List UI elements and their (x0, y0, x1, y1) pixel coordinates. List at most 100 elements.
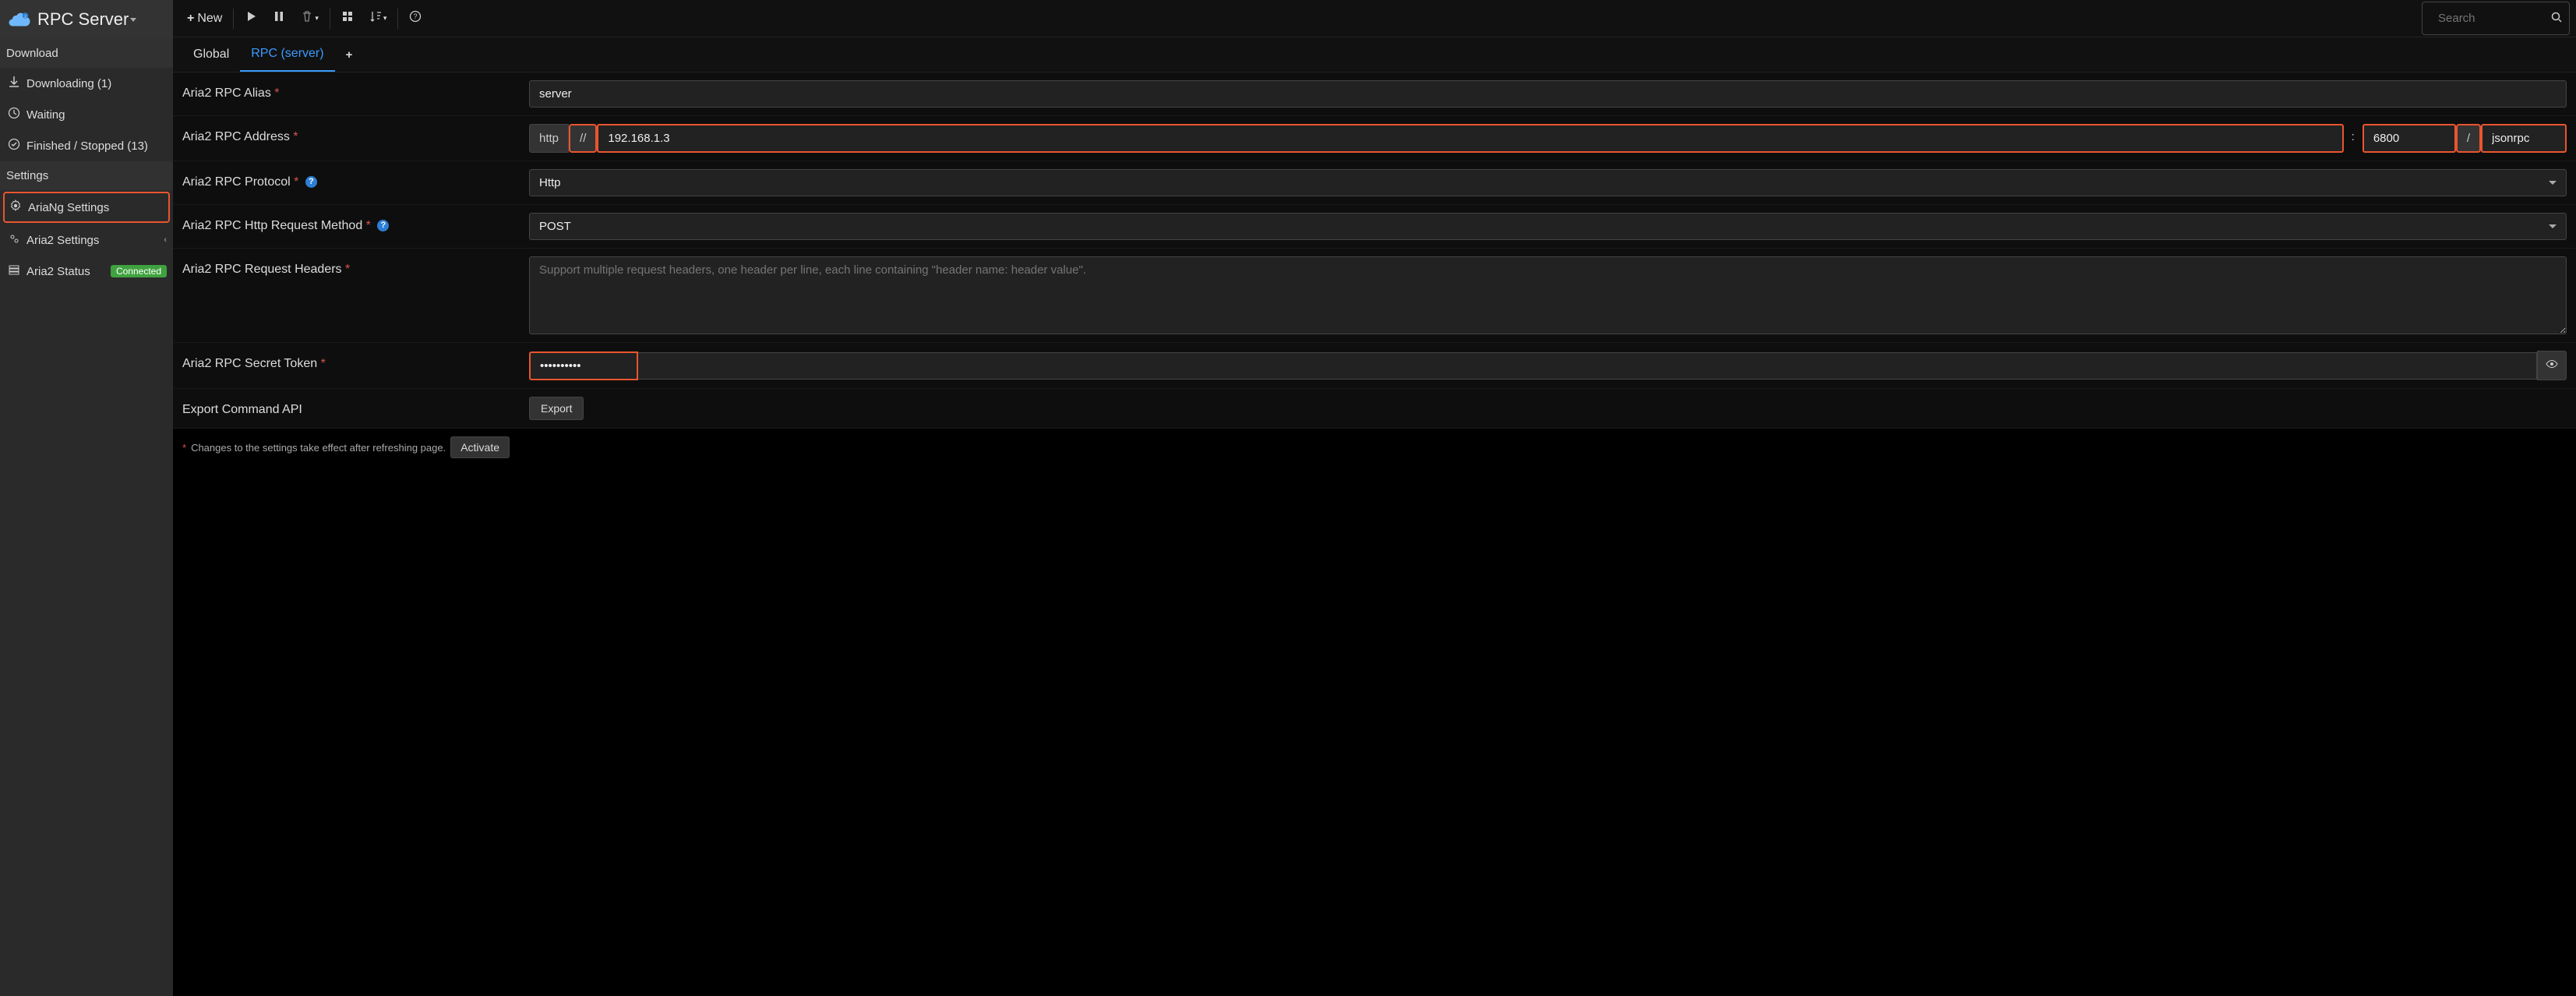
dropdown-caret-icon: ▾ (315, 14, 319, 23)
select-value: Http (539, 176, 561, 189)
sort-button[interactable]: ▾ (362, 5, 395, 31)
main-content: + New ▾ (173, 0, 2576, 996)
sort-icon (369, 10, 382, 26)
slash-addon: / (2456, 124, 2481, 153)
row-rpc-protocol: Aria2 RPC Protocol * ? Http (173, 161, 2576, 205)
eye-icon (2546, 360, 2558, 373)
sidebar-item-label: Aria2 Settings (26, 234, 99, 247)
sidebar-item-downloading[interactable]: Downloading (1) (0, 68, 173, 99)
sidebar-item-label: Finished / Stopped (13) (26, 140, 148, 153)
tab-add-button[interactable]: + (335, 39, 364, 71)
sidebar: 2 RPC Server Download Downloading (1) Wa… (0, 0, 173, 996)
label-rpc-secret: Aria2 RPC Secret Token * (182, 351, 529, 371)
input-rpc-path[interactable] (2481, 124, 2567, 153)
input-rpc-secret-tail[interactable] (638, 352, 2537, 380)
select-value: POST (539, 220, 571, 233)
row-rpc-http-method: Aria2 RPC Http Request Method * ? POST (173, 205, 2576, 249)
title-dropdown-caret-icon (130, 18, 136, 22)
sidebar-item-label: AriaNg Settings (28, 201, 109, 214)
input-rpc-alias[interactable] (529, 80, 2567, 108)
required-star: * (294, 175, 298, 189)
start-button[interactable] (237, 5, 265, 31)
chevron-down-icon (2549, 224, 2557, 228)
required-star: * (321, 357, 326, 370)
plus-icon: + (346, 48, 353, 62)
footer-note-text: Changes to the settings take effect afte… (191, 442, 446, 454)
input-rpc-host[interactable] (597, 124, 2343, 153)
clock-icon (6, 107, 22, 122)
trash-icon (301, 10, 313, 26)
scheme-addon: http (529, 124, 569, 153)
sidebar-item-waiting[interactable]: Waiting (0, 99, 173, 130)
app-title: RPC Server (37, 9, 129, 30)
footer-note: * Changes to the settings take effect af… (173, 429, 2576, 466)
textarea-rpc-headers[interactable] (529, 256, 2567, 334)
settings-tabs: Global RPC (server) + (173, 37, 2576, 72)
sidebar-item-label: Aria2 Status (26, 265, 90, 278)
svg-text:?: ? (414, 12, 418, 20)
toolbar-separator (233, 9, 234, 29)
download-arrow-icon (6, 76, 22, 91)
sidebar-item-ariang-settings[interactable]: AriaNg Settings (3, 192, 170, 223)
row-export-api: Export Command API Export (173, 389, 2576, 429)
help-icon[interactable]: ? (305, 176, 317, 188)
required-star: * (366, 219, 371, 232)
server-icon (6, 263, 22, 279)
select-rpc-http-method[interactable]: POST (529, 213, 2567, 240)
rpc-settings-form: Aria2 RPC Alias * Aria2 RPC Address * ht… (173, 72, 2576, 466)
label-export-api: Export Command API (182, 397, 529, 417)
row-rpc-secret: Aria2 RPC Secret Token * (173, 343, 2576, 389)
topbar: + New ▾ (173, 0, 2576, 37)
nav-section-settings: Settings (0, 161, 173, 190)
label-text: Aria2 RPC Request Headers (182, 263, 342, 276)
toggle-password-visibility[interactable] (2537, 351, 2567, 380)
tab-global[interactable]: Global (182, 38, 240, 71)
row-rpc-headers: Aria2 RPC Request Headers * (173, 249, 2576, 343)
dropdown-caret-icon: ▾ (383, 14, 387, 23)
sidebar-item-aria2-status[interactable]: Aria2 Status Connected (0, 256, 173, 287)
select-rpc-protocol[interactable]: Http (529, 169, 2567, 196)
search-icon (2550, 11, 2563, 26)
export-button[interactable]: Export (529, 397, 584, 420)
help-circle-icon: ? (409, 10, 422, 26)
required-star: * (293, 130, 298, 143)
label-rpc-address: Aria2 RPC Address * (182, 124, 529, 144)
play-icon (245, 10, 257, 26)
row-rpc-alias: Aria2 RPC Alias * (173, 72, 2576, 116)
search-box[interactable] (2422, 2, 2570, 35)
activate-button[interactable]: Activate (450, 436, 510, 458)
label-rpc-protocol: Aria2 RPC Protocol * ? (182, 169, 529, 189)
label-text: Aria2 RPC Alias (182, 87, 271, 100)
input-rpc-secret[interactable] (529, 351, 638, 380)
label-rpc-http-method: Aria2 RPC Http Request Method * ? (182, 213, 529, 233)
chevron-down-icon (2549, 181, 2557, 185)
grid-icon (341, 10, 354, 26)
delete-button[interactable]: ▾ (293, 5, 326, 31)
sidebar-item-aria2-settings[interactable]: Aria2 Settings ‹ (0, 224, 173, 256)
pause-button[interactable] (265, 5, 293, 31)
required-star: * (274, 87, 279, 100)
app-logo-icon: 2 (8, 11, 31, 28)
nav-section-download: Download (0, 39, 173, 68)
row-rpc-address: Aria2 RPC Address * http // : / (173, 116, 2576, 161)
label-rpc-headers: Aria2 RPC Request Headers * (182, 256, 529, 277)
sidebar-header[interactable]: 2 RPC Server (0, 0, 173, 39)
plus-icon: + (187, 12, 194, 26)
input-rpc-port[interactable] (2363, 124, 2456, 153)
tab-rpc-server[interactable]: RPC (server) (240, 37, 334, 72)
new-button[interactable]: + New (179, 7, 230, 30)
label-rpc-alias: Aria2 RPC Alias * (182, 80, 529, 101)
new-button-label: New (197, 12, 222, 26)
gears-icon (6, 232, 22, 248)
check-circle-icon (6, 138, 22, 154)
required-star: * (345, 263, 350, 276)
view-grid-button[interactable] (333, 5, 362, 31)
search-input[interactable] (2429, 5, 2550, 31)
help-button[interactable]: ? (401, 5, 429, 31)
sidebar-item-finished[interactable]: Finished / Stopped (13) (0, 130, 173, 161)
sidebar-item-label: Waiting (26, 108, 65, 122)
help-icon[interactable]: ? (377, 220, 389, 231)
scheme-sep-addon: // (569, 124, 597, 153)
pause-icon (273, 10, 285, 26)
toolbar-separator (397, 9, 398, 29)
